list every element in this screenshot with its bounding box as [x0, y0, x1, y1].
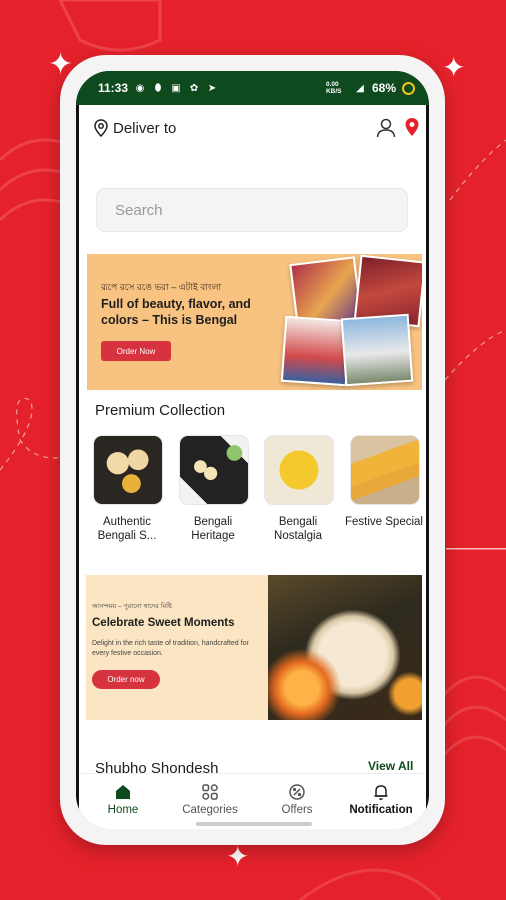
sparkle-icon: ✦ — [442, 51, 466, 84]
phone-frame: 11:33 ◉ ⬮ ▣ ✿ ➤ 0.00 KB/S ◢ 68% Deliver … — [60, 55, 445, 845]
sweets-photo — [268, 575, 422, 720]
collection-item[interactable]: Bengali Heritage — [179, 435, 251, 543]
banner-tagline: আনন্দময় – পুরানো স্বাদের মিষ্টি — [92, 603, 172, 610]
collection-label: Bengali Nostalgia — [274, 516, 322, 542]
location-pin-icon: ⬮ — [154, 82, 162, 94]
nav-notification[interactable]: Notification — [341, 782, 421, 816]
offers-icon — [289, 784, 305, 800]
promo-banner-bengal[interactable]: রূপে রসে রঙে ভরা – এটাই বাংলা Full of be… — [87, 254, 422, 390]
status-bar: 11:33 ◉ ⬮ ▣ ✿ ➤ 0.00 KB/S ◢ 68% — [76, 71, 429, 105]
status-time: 11:33 — [98, 81, 129, 95]
premium-collection-title: Premium Collection — [95, 402, 226, 419]
nav-home[interactable]: Home — [83, 782, 163, 816]
bell-icon — [374, 785, 388, 800]
signal-icon: ◢ — [356, 82, 364, 94]
nav-offers-label: Offers — [281, 804, 313, 816]
app-icon: ✿ — [189, 82, 199, 94]
home-icon — [116, 785, 130, 799]
banner-title: Full of beauty, flavor, and colors – Thi… — [101, 297, 251, 327]
search-input[interactable]: Search — [96, 188, 408, 232]
categories-icon — [202, 784, 218, 800]
collection-item[interactable]: Festive Special — [345, 435, 423, 529]
premium-collection-list: Authentic Bengali S... Bengali Heritage … — [86, 435, 426, 545]
collection-item[interactable]: Bengali Nostalgia — [264, 435, 336, 543]
sparkle-icon: ✦ — [226, 840, 250, 873]
data-rate: 0.00 KB/S — [325, 81, 342, 95]
send-icon: ➤ — [207, 82, 217, 94]
home-indicator — [196, 822, 312, 826]
collection-thumbnail — [93, 435, 163, 505]
collection-thumbnail — [350, 435, 420, 505]
victoria-memorial-photo — [340, 313, 414, 387]
location-pin-icon — [94, 119, 108, 137]
user-profile-icon[interactable] — [376, 118, 396, 138]
whatsapp-icon: ◉ — [135, 82, 145, 94]
nav-home-label: Home — [107, 804, 139, 816]
collection-label: Festive Special — [345, 516, 423, 528]
banner-title: Celebrate Sweet Moments — [92, 617, 235, 629]
collection-thumbnail — [264, 435, 334, 505]
nav-categories[interactable]: Categories — [170, 782, 250, 816]
battery-percent: 68% — [371, 81, 396, 95]
banner-description: Delight in the rich taste of tradition, … — [92, 640, 249, 657]
nav-offers[interactable]: Offers — [257, 782, 337, 816]
instagram-icon: ▣ — [171, 82, 181, 94]
app-content: Deliver to Search রূপে রসে রঙে ভরা – এটা… — [79, 105, 426, 829]
view-all-link[interactable]: View All — [368, 759, 414, 774]
phone-screen: 11:33 ◉ ⬮ ▣ ✿ ➤ 0.00 KB/S ◢ 68% Deliver … — [76, 71, 429, 829]
app-header: Deliver to — [79, 105, 426, 155]
order-now-button[interactable]: Order now — [92, 670, 160, 689]
order-now-button[interactable]: Order Now — [101, 341, 171, 361]
map-marker-icon[interactable] — [404, 117, 420, 137]
deliver-to-label: Deliver to — [113, 119, 177, 137]
bottom-navigation: Home Categories Offers Notification — [79, 773, 426, 829]
promo-banner-sweet-moments[interactable]: আনন্দময় – পুরানো স্বাদের মিষ্টি Celebra… — [86, 575, 422, 720]
banner-tagline: রূপে রসে রঙে ভরা – এটাই বাংলা — [101, 282, 222, 292]
nav-notification-label: Notification — [349, 804, 413, 816]
nav-categories-label: Categories — [182, 804, 238, 816]
collection-label: Authentic Bengali S... — [97, 516, 157, 542]
deliver-to-selector[interactable]: Deliver to — [93, 119, 176, 137]
collection-item[interactable]: Authentic Bengali S... — [93, 435, 165, 543]
collection-label: Bengali Heritage — [191, 516, 235, 542]
battery-icon — [402, 81, 415, 95]
search-placeholder: Search — [115, 201, 163, 219]
collection-thumbnail — [179, 435, 249, 505]
